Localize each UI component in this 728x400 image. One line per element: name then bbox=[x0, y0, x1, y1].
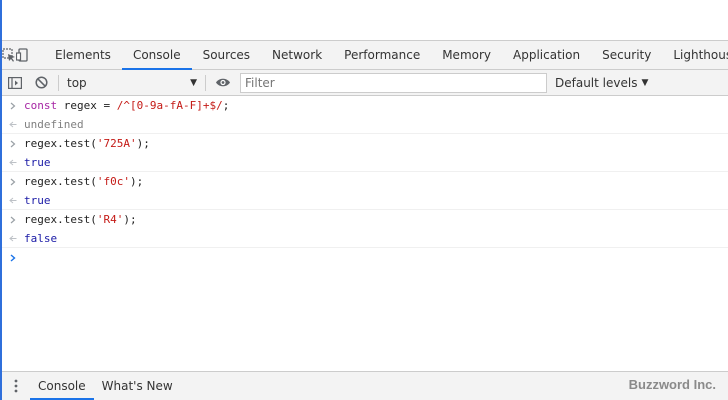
drawer-tab-whats-new[interactable]: What's New bbox=[94, 372, 181, 400]
tab-network[interactable]: Network bbox=[261, 41, 333, 69]
input-chevron-icon bbox=[2, 216, 24, 224]
console-input-line: regex.test('R4'); bbox=[2, 210, 728, 229]
input-chevron-icon bbox=[2, 178, 24, 186]
drawer-tab-console[interactable]: Console bbox=[30, 372, 94, 400]
console-input-line: regex.test('725A'); bbox=[2, 134, 728, 153]
console-input-text: regex.test('725A'); bbox=[24, 137, 150, 150]
device-toolbar-icon[interactable] bbox=[16, 41, 30, 69]
tab-performance[interactable]: Performance bbox=[333, 41, 431, 69]
console-output-line: true bbox=[2, 153, 728, 172]
inspect-element-icon[interactable] bbox=[2, 41, 16, 69]
console-output-text: true bbox=[24, 193, 51, 207]
console-input-text: regex.test('R4'); bbox=[24, 213, 137, 226]
brand-watermark: Buzzword Inc. bbox=[628, 377, 716, 392]
console-output-text: false bbox=[24, 231, 58, 245]
log-levels-label: Default levels bbox=[555, 75, 638, 90]
console-output-line: true bbox=[2, 191, 728, 210]
page-viewport bbox=[2, 0, 728, 40]
tab-memory[interactable]: Memory bbox=[431, 41, 502, 69]
console-messages[interactable]: const regex = /^[0-9a-fA-F]+$/; undefine… bbox=[2, 96, 728, 370]
toolbar-separator bbox=[58, 74, 59, 91]
live-expression-button[interactable] bbox=[210, 70, 236, 96]
output-back-arrow-icon bbox=[2, 159, 24, 166]
tab-application[interactable]: Application bbox=[502, 41, 591, 69]
console-prompt[interactable] bbox=[2, 248, 728, 267]
tab-elements[interactable]: Elements bbox=[44, 41, 122, 69]
prompt-chevron-icon bbox=[2, 253, 24, 262]
more-vertical-icon bbox=[14, 379, 18, 393]
log-levels-dropdown[interactable]: Default levels ▼ bbox=[555, 76, 648, 90]
drawer-tab-bar: Console What's New Buzzword Inc. bbox=[2, 371, 728, 400]
console-input-text: const regex = /^[0-9a-fA-F]+$/; bbox=[24, 99, 230, 112]
console-toolbar: top ▼ Default levels ▼ bbox=[2, 70, 728, 96]
eye-icon bbox=[216, 78, 230, 87]
drawer-menu-button[interactable] bbox=[2, 372, 30, 400]
toolbar-separator bbox=[205, 74, 206, 91]
console-output-text: true bbox=[24, 155, 51, 169]
regex-literal: /^[0-9a-fA-F]+$/ bbox=[116, 99, 223, 112]
dropdown-triangle-icon: ▼ bbox=[190, 77, 197, 88]
tab-console[interactable]: Console bbox=[121, 41, 192, 70]
input-chevron-icon bbox=[2, 102, 24, 110]
output-back-arrow-icon bbox=[2, 197, 24, 204]
console-input-line: regex.test('f0c'); bbox=[2, 172, 728, 191]
console-output-text: undefined bbox=[24, 117, 84, 131]
show-sidebar-button[interactable] bbox=[2, 70, 28, 96]
console-output-line: undefined bbox=[2, 115, 728, 134]
tab-lighthouse[interactable]: Lighthouse bbox=[662, 41, 728, 69]
sidebar-toggle-icon bbox=[8, 76, 22, 89]
input-chevron-icon bbox=[2, 140, 24, 148]
console-input-line: const regex = /^[0-9a-fA-F]+$/; bbox=[2, 96, 728, 115]
filter-input[interactable] bbox=[240, 72, 547, 93]
clear-console-button[interactable] bbox=[28, 70, 54, 96]
context-selector[interactable]: top ▼ bbox=[63, 73, 201, 93]
context-selector-value: top bbox=[67, 75, 87, 90]
tab-security[interactable]: Security bbox=[591, 41, 662, 69]
console-output-line: false bbox=[2, 229, 728, 248]
clear-console-icon bbox=[34, 76, 48, 89]
output-back-arrow-icon bbox=[2, 121, 24, 128]
dropdown-triangle-icon: ▼ bbox=[641, 77, 649, 88]
output-back-arrow-icon bbox=[2, 235, 24, 242]
console-input-text: regex.test('f0c'); bbox=[24, 175, 144, 188]
devtools-tab-bar: Elements Console Sources Network Perform… bbox=[2, 40, 728, 70]
tab-sources[interactable]: Sources bbox=[192, 41, 261, 69]
